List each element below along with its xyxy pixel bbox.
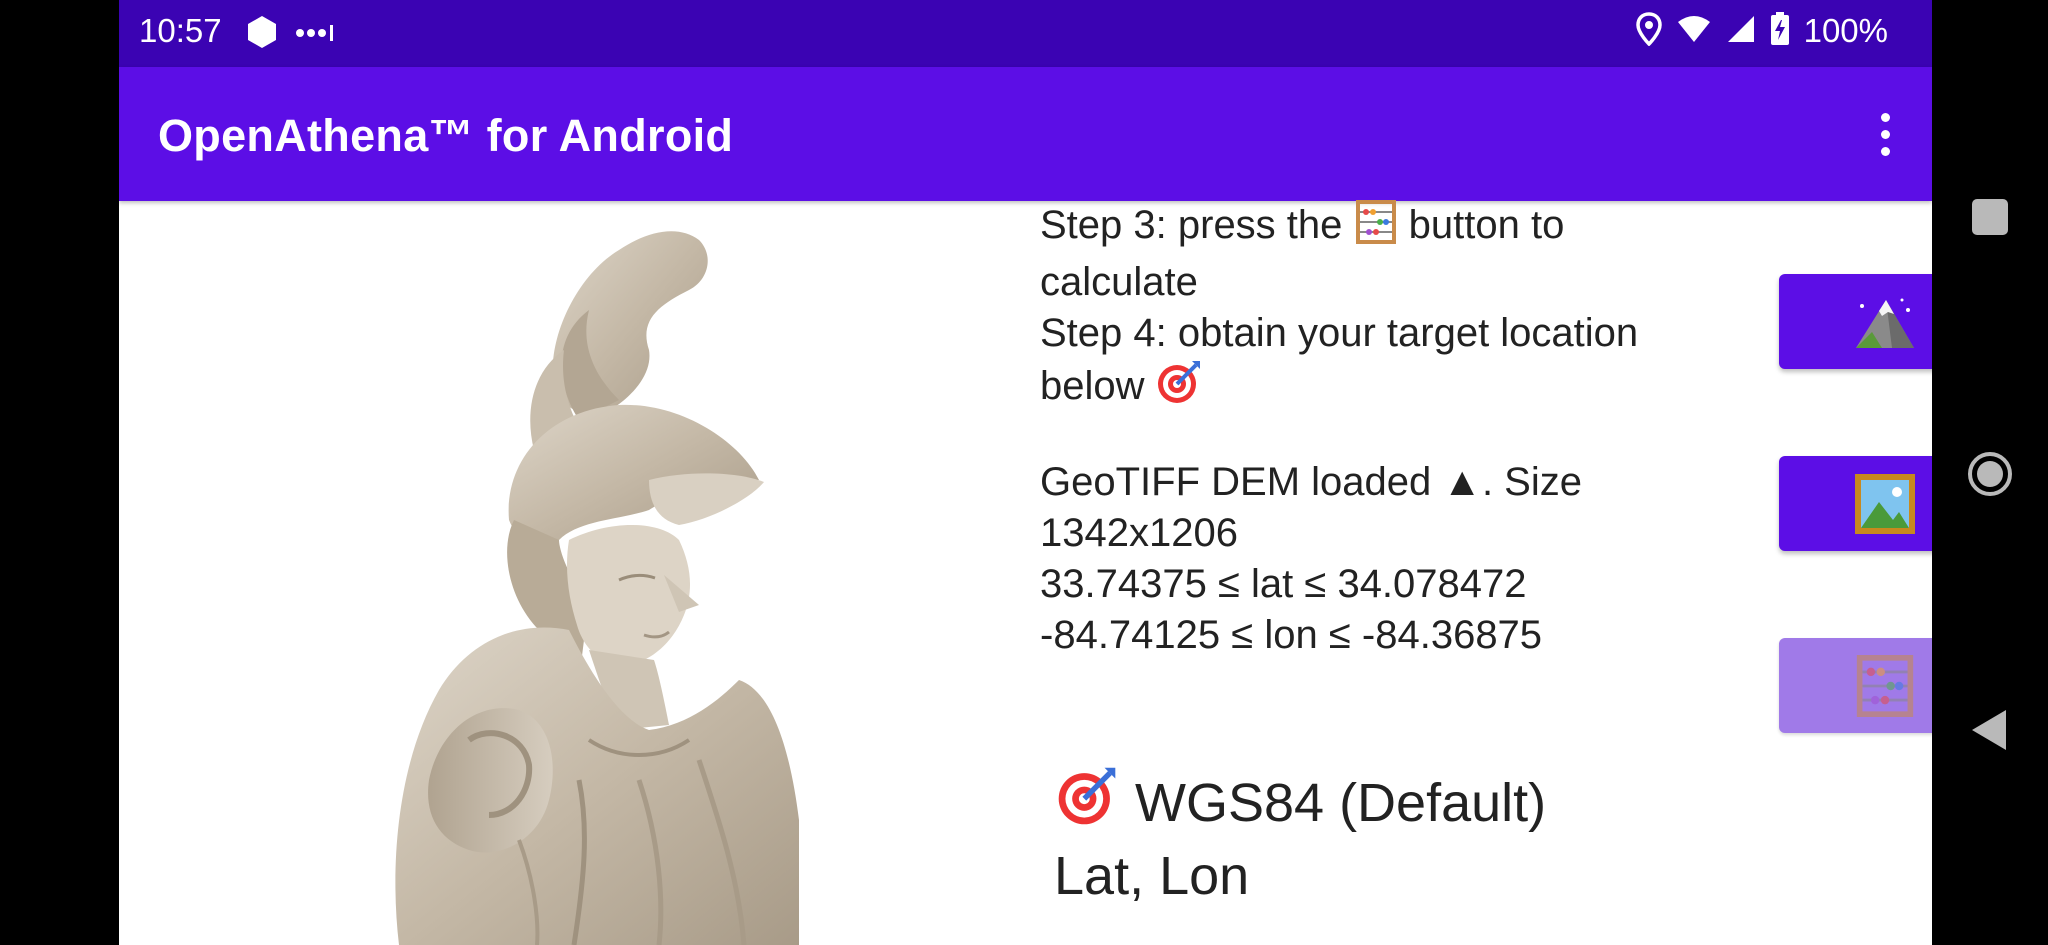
- mountain-icon: [1855, 298, 1914, 348]
- datum-label: WGS84 (Default): [1135, 773, 1547, 833]
- step3-before: Step 3: press the: [1040, 203, 1354, 247]
- wifi-icon: [1676, 14, 1712, 48]
- more-notifications-icon: [295, 22, 335, 48]
- battery-percentage: 100%: [1803, 12, 1888, 49]
- target-icon: [1156, 359, 1202, 418]
- location-icon: [1635, 12, 1662, 50]
- dem-info-line3: -84.74125 ≤ lon ≤ -84.36875: [1040, 613, 1543, 657]
- status-bar: 10:57 100%: [119, 0, 1932, 67]
- dem-info-text: GeoTIFF DEM loaded ▲. Size 1342x1206 33.…: [1040, 457, 1640, 661]
- instructions-text: Step 3: press the button to calculate St…: [1040, 200, 1640, 418]
- dem-info-line2: 33.74375 ≤ lat ≤ 34.078472: [1040, 562, 1527, 606]
- calculate-button[interactable]: [1779, 638, 1932, 733]
- framed-picture-icon: [1854, 473, 1915, 534]
- battery-icon: [1770, 12, 1790, 50]
- target-icon: [1054, 765, 1120, 843]
- overflow-menu-icon[interactable]: [1878, 113, 1892, 164]
- app-title: OpenAthena™ for Android: [158, 110, 734, 161]
- recents-button[interactable]: [1972, 199, 2008, 235]
- abacus-icon: [1856, 654, 1913, 717]
- select-image-button[interactable]: [1779, 456, 1932, 551]
- load-dem-button[interactable]: [1779, 274, 1932, 369]
- notification-icon: [243, 14, 281, 56]
- status-time: 10:57: [139, 12, 222, 49]
- signal-icon: [1726, 14, 1756, 48]
- dem-info-line1: GeoTIFF DEM loaded ▲. Size 1342x1206: [1040, 460, 1582, 555]
- app-screen: 10:57 100% OpenAthena™ for Android Step …: [119, 0, 1932, 945]
- system-nav-bar: [1932, 0, 2048, 945]
- app-bar: OpenAthena™ for Android: [119, 67, 1932, 201]
- home-button[interactable]: [1968, 452, 2012, 496]
- step4: Step 4: obtain your target location belo…: [1040, 311, 1639, 408]
- abacus-icon: [1354, 200, 1398, 257]
- target-coordinates: WGS84 (Default) Lat, Lon: [1054, 765, 1546, 910]
- athena-statue-image: [319, 220, 979, 945]
- back-button[interactable]: [1972, 710, 2006, 750]
- coordinate-format: Lat, Lon: [1054, 846, 1250, 906]
